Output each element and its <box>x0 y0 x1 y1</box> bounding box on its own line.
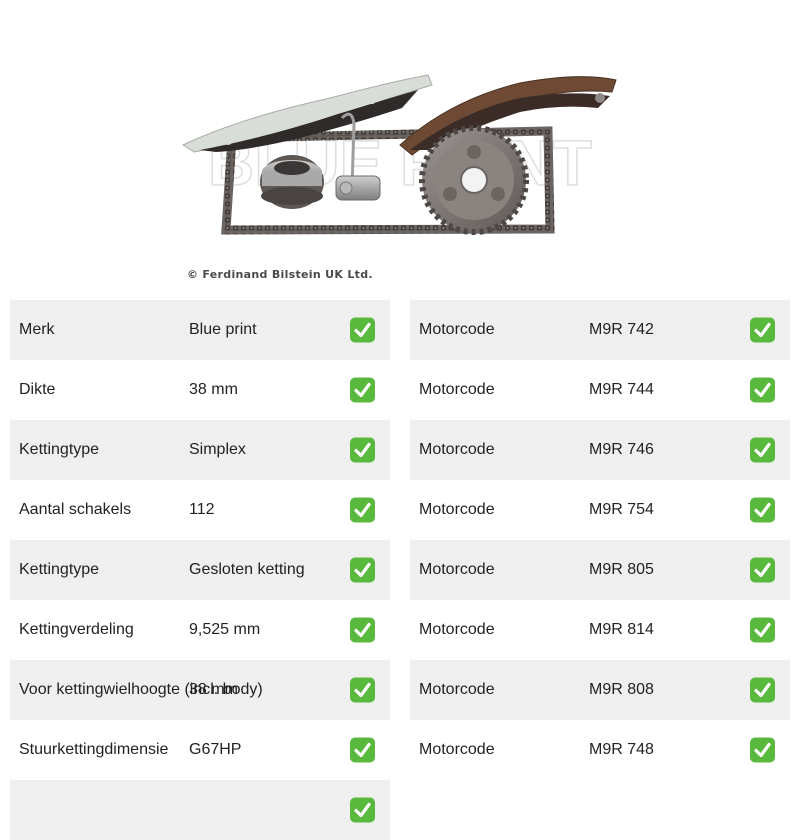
spec-label: Kettingverdeling <box>19 621 134 638</box>
spec-value: M9R 805 <box>589 561 654 578</box>
check-icon <box>350 557 375 583</box>
spec-row: Motorcode M9R 808 <box>410 660 790 720</box>
spec-table-motorcodes: Motorcode M9R 742 Motorcode M9R 744 Motorcod… <box>410 300 790 780</box>
crankshaft-sprocket <box>260 155 324 209</box>
spec-row: Motorcode M9R 814 <box>410 600 790 660</box>
check-icon <box>350 437 375 463</box>
spec-value: 112 <box>189 501 215 518</box>
spec-value: Simplex <box>189 441 246 458</box>
check-icon <box>750 377 775 403</box>
spec-value: Gesloten ketting <box>189 561 305 578</box>
check-icon <box>750 557 775 583</box>
check-icon <box>350 377 375 403</box>
spec-row: Kettingtype Gesloten ketting <box>10 540 390 600</box>
spec-row: Kettingverdeling 9,525 mm <box>10 600 390 660</box>
spec-value: M9R 754 <box>589 501 654 518</box>
check-icon <box>750 737 775 763</box>
spec-label: Aantal schakels <box>19 501 132 518</box>
spec-row: Merk Blue print <box>10 300 390 360</box>
check-icon <box>750 317 775 343</box>
spec-row: Motorcode M9R 742 <box>410 300 790 360</box>
check-icon <box>350 617 375 643</box>
spec-row: Kettingtype Simplex <box>10 420 390 480</box>
spec-value: M9R 744 <box>589 381 654 398</box>
spec-label: Motorcode <box>419 561 495 578</box>
check-icon <box>750 677 775 703</box>
camshaft-gear <box>419 125 529 235</box>
spec-row: Motorcode M9R 746 <box>410 420 790 480</box>
spec-value: G67HP <box>189 741 242 758</box>
spec-value: M9R 746 <box>589 441 654 458</box>
spec-row: Stuurkettingdimensie G67HP <box>10 720 390 780</box>
spec-value: M9R 814 <box>589 621 654 638</box>
copyright-notice: © Ferdinand Bilstein UK Ltd. <box>187 268 373 281</box>
spec-row: Aantal schakels 112 <box>10 480 390 540</box>
check-icon <box>750 437 775 463</box>
spec-row <box>10 780 390 840</box>
check-icon <box>350 677 375 703</box>
spec-label: Motorcode <box>419 681 495 698</box>
spec-row: Motorcode M9R 744 <box>410 360 790 420</box>
spec-value: M9R 742 <box>589 321 654 338</box>
spec-value: M9R 808 <box>589 681 654 698</box>
product-photo-timing-chain-kit: BLUE PRINT <box>181 74 617 235</box>
spec-label: Motorcode <box>419 741 495 758</box>
spec-label: Motorcode <box>419 621 495 638</box>
spec-value: 9,525 mm <box>189 621 261 638</box>
spec-table-left: Merk Blue print Dikte 38 mm Kettingtype Simpl… <box>10 300 390 840</box>
check-icon <box>750 617 775 643</box>
spec-row: Voor kettingwielhoogte (incl. body) 38 mm <box>10 660 390 720</box>
spec-label: Motorcode <box>419 381 495 398</box>
spec-label: Motorcode <box>419 501 495 518</box>
check-icon <box>350 497 375 523</box>
spec-row: Motorcode M9R 748 <box>410 720 790 780</box>
spec-label: Dikte <box>19 381 56 398</box>
spec-label: Kettingtype <box>19 561 100 578</box>
spec-value: 38 mm <box>189 381 238 398</box>
spec-row: Motorcode M9R 805 <box>410 540 790 600</box>
check-icon <box>750 497 775 523</box>
spec-label: Motorcode <box>419 441 495 458</box>
spec-value: M9R 748 <box>589 741 654 758</box>
spec-row: Dikte 38 mm <box>10 360 390 420</box>
check-icon <box>350 737 375 763</box>
spec-label: Kettingtype <box>19 441 100 458</box>
spec-label: Merk <box>19 321 55 338</box>
check-icon <box>350 317 375 343</box>
spec-value: Blue print <box>189 321 257 338</box>
check-icon <box>350 797 375 823</box>
spec-label: Motorcode <box>419 321 495 338</box>
spec-label: Stuurkettingdimensie <box>19 741 169 758</box>
spec-value: 38 mm <box>189 681 238 698</box>
spec-row: Motorcode M9R 754 <box>410 480 790 540</box>
